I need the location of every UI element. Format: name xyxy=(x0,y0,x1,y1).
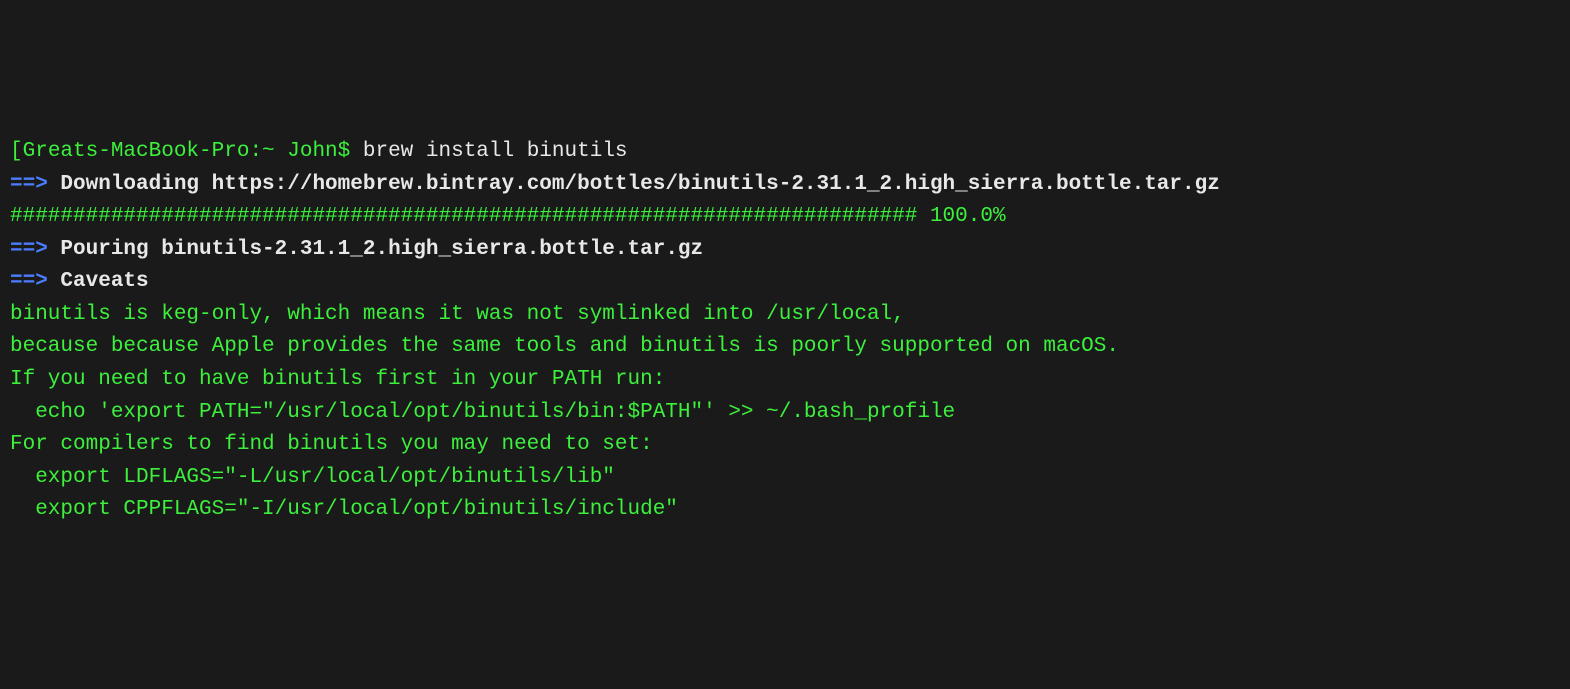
prompt-line: [Greats-MacBook-Pro:~ John$ brew install… xyxy=(10,136,1560,169)
download-line: ==> Downloading https://homebrew.bintray… xyxy=(10,169,1560,202)
progress-bar: ########################################… xyxy=(10,201,1560,234)
arrow-icon: ==> xyxy=(10,270,48,293)
caveat-text: export CPPFLAGS="-I/usr/local/opt/binuti… xyxy=(10,494,1560,527)
command-text: brew install binutils xyxy=(363,140,628,163)
pouring-heading: Pouring binutils-2.31.1_2.high_sierra.bo… xyxy=(48,238,703,261)
caveat-text: because because Apple provides the same … xyxy=(10,331,1560,364)
caveats-heading: Caveats xyxy=(48,270,149,293)
caveat-text: echo 'export PATH="/usr/local/opt/binuti… xyxy=(10,397,1560,430)
caveat-text: export LDFLAGS="-L/usr/local/opt/binutil… xyxy=(10,462,1560,495)
caveat-text: For compilers to find binutils you may n… xyxy=(10,429,1560,462)
terminal-output[interactable]: [Greats-MacBook-Pro:~ John$ brew install… xyxy=(10,136,1560,527)
prompt-host-path: Greats-MacBook-Pro:~ John$ xyxy=(23,140,363,163)
download-heading: Downloading https://homebrew.bintray.com… xyxy=(48,173,1220,196)
arrow-icon: ==> xyxy=(10,238,48,261)
caveats-line: ==> Caveats xyxy=(10,266,1560,299)
caveat-text: binutils is keg-only, which means it was… xyxy=(10,299,1560,332)
arrow-icon: ==> xyxy=(10,173,48,196)
caveat-text: If you need to have binutils first in yo… xyxy=(10,364,1560,397)
bracket-icon: [ xyxy=(10,140,23,163)
pouring-line: ==> Pouring binutils-2.31.1_2.high_sierr… xyxy=(10,234,1560,267)
